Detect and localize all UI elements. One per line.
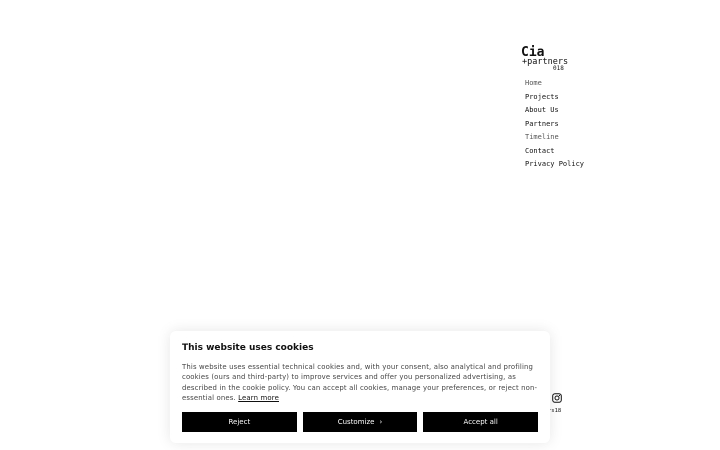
nav-item-contact[interactable]: Contact (525, 145, 584, 159)
reject-button-label: Reject (228, 418, 251, 426)
learn-more-link[interactable]: Learn more (238, 394, 279, 402)
customize-button[interactable]: Customize › (302, 412, 418, 432)
nav-item-projects[interactable]: Projects (525, 91, 584, 105)
main-nav: Home Projects About Us Partners Timeline… (525, 77, 584, 172)
nav-item-partners[interactable]: Partners (525, 118, 584, 132)
nav-item-privacy-policy[interactable]: Privacy Policy (525, 158, 584, 172)
cookie-banner-title: This website uses cookies (182, 343, 314, 353)
customize-button-label: Customize (337, 418, 375, 426)
chevron-right-icon: › (379, 418, 383, 426)
nav-item-home[interactable]: Home (525, 77, 584, 91)
reject-button[interactable]: Reject (182, 412, 297, 432)
cookie-banner: This website uses cookies This website u… (170, 331, 550, 443)
site-logo[interactable]: Cia +partners 018 (521, 46, 571, 73)
instagram-icon[interactable] (552, 393, 562, 403)
logo-line-3: 018 (553, 65, 564, 72)
cookie-banner-body: This website uses essential technical co… (182, 363, 538, 403)
nav-item-about-us[interactable]: About Us (525, 104, 584, 118)
accept-all-button[interactable]: Accept all (423, 412, 539, 432)
accept-all-button-label: Accept all (463, 418, 498, 426)
cookie-banner-text: This website uses essential technical co… (182, 362, 538, 404)
cookie-banner-buttons: Reject Customize › Accept all (182, 412, 539, 432)
page: Cia +partners 018 Home Projects About Us… (0, 0, 720, 450)
nav-item-timeline[interactable]: Timeline (525, 131, 584, 145)
